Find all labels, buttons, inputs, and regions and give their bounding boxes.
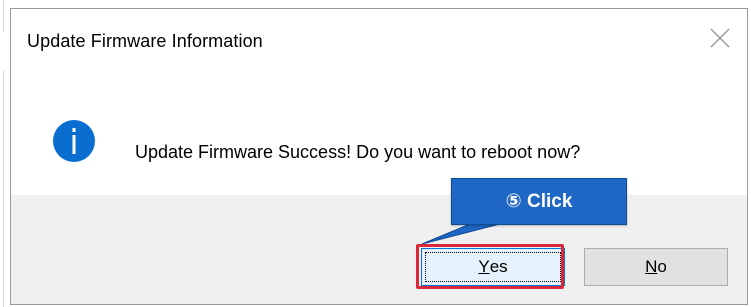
no-button-mnemonic: N [645,257,658,276]
dialog-title: Update Firmware Information [27,31,263,51]
background-edge-line [3,0,4,32]
click-callout: ⑤ Click [451,178,627,225]
dialog-message: Update Firmware Success! Do you want to … [135,142,581,162]
yes-button[interactable]: Yes [421,248,565,286]
callout-label: ⑤ Click [505,191,573,212]
dialog-button-bar: Yes No [11,195,747,304]
no-button-label-rest: o [657,257,667,276]
info-icon [52,119,96,163]
background-edge-line [3,70,4,307]
update-firmware-dialog: Update Firmware Information Update Firmw… [10,8,748,305]
screenshot-stage: Update Firmware Information Update Firmw… [0,0,751,307]
yes-button-label-rest: es [489,257,508,276]
close-button[interactable] [707,25,733,51]
no-button[interactable]: No [584,248,728,286]
close-icon [710,28,730,48]
yes-button-mnemonic: Y [478,257,490,276]
